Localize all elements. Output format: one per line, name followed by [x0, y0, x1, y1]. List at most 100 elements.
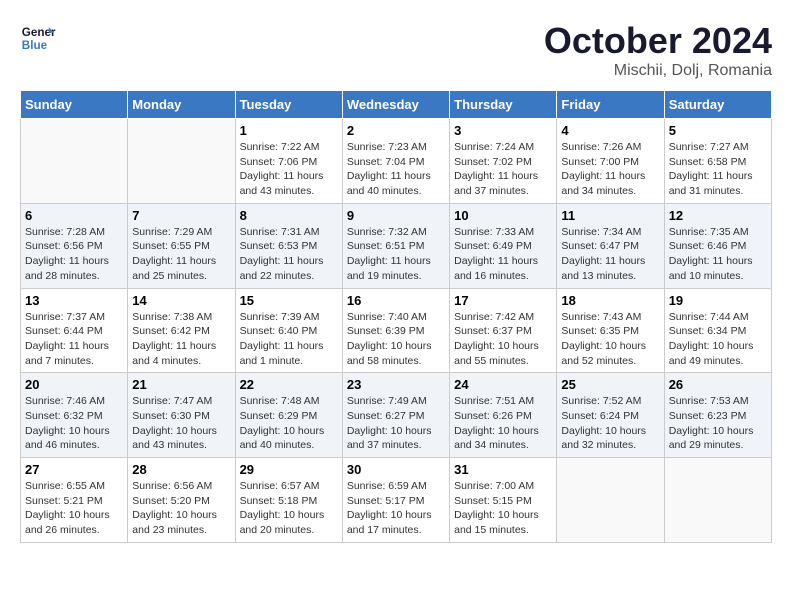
day-info: Sunrise: 7:44 AMSunset: 6:34 PMDaylight:…: [669, 310, 767, 369]
calendar-cell: 12 Sunrise: 7:35 AMSunset: 6:46 PMDayligh…: [664, 203, 771, 288]
day-info: Sunrise: 7:48 AMSunset: 6:29 PMDaylight:…: [240, 394, 338, 453]
calendar-cell: 27 Sunrise: 6:55 AMSunset: 5:21 PMDayligh…: [21, 458, 128, 543]
day-number: 8: [240, 208, 338, 223]
calendar-cell: 18 Sunrise: 7:43 AMSunset: 6:35 PMDayligh…: [557, 288, 664, 373]
day-number: 16: [347, 293, 445, 308]
day-info: Sunrise: 7:22 AMSunset: 7:06 PMDaylight:…: [240, 140, 338, 199]
day-info: Sunrise: 7:26 AMSunset: 7:00 PMDaylight:…: [561, 140, 659, 199]
column-header-monday: Monday: [128, 91, 235, 119]
calendar-cell: 30 Sunrise: 6:59 AMSunset: 5:17 PMDayligh…: [342, 458, 449, 543]
day-info: Sunrise: 7:32 AMSunset: 6:51 PMDaylight:…: [347, 225, 445, 284]
calendar-cell: 23 Sunrise: 7:49 AMSunset: 6:27 PMDayligh…: [342, 373, 449, 458]
day-info: Sunrise: 7:31 AMSunset: 6:53 PMDaylight:…: [240, 225, 338, 284]
day-number: 24: [454, 377, 552, 392]
column-header-friday: Friday: [557, 91, 664, 119]
calendar-cell: [557, 458, 664, 543]
column-header-saturday: Saturday: [664, 91, 771, 119]
logo: General Blue: [20, 20, 56, 56]
day-info: Sunrise: 7:37 AMSunset: 6:44 PMDaylight:…: [25, 310, 123, 369]
day-number: 7: [132, 208, 230, 223]
calendar-cell: 31Sunrise: 7:00 AMSunset: 5:15 PMDayligh…: [450, 458, 557, 543]
day-number: 12: [669, 208, 767, 223]
calendar-cell: [21, 119, 128, 204]
day-number: 28: [132, 462, 230, 477]
day-number: 14: [132, 293, 230, 308]
calendar-cell: 6 Sunrise: 7:28 AMSunset: 6:56 PMDaylight…: [21, 203, 128, 288]
day-info: Sunrise: 7:47 AMSunset: 6:30 PMDaylight:…: [132, 394, 230, 453]
day-info: Sunrise: 7:38 AMSunset: 6:42 PMDaylight:…: [132, 310, 230, 369]
day-info: Sunrise: 7:43 AMSunset: 6:35 PMDaylight:…: [561, 310, 659, 369]
calendar-cell: 24 Sunrise: 7:51 AMSunset: 6:26 PMDayligh…: [450, 373, 557, 458]
day-number: 19: [669, 293, 767, 308]
calendar-week-row: 6 Sunrise: 7:28 AMSunset: 6:56 PMDaylight…: [21, 203, 772, 288]
day-number: 5: [669, 123, 767, 138]
calendar-cell: [128, 119, 235, 204]
calendar-cell: 3Sunrise: 7:24 AMSunset: 7:02 PMDaylight…: [450, 119, 557, 204]
day-info: Sunrise: 7:24 AMSunset: 7:02 PMDaylight:…: [454, 140, 552, 199]
day-number: 11: [561, 208, 659, 223]
day-info: Sunrise: 7:53 AMSunset: 6:23 PMDaylight:…: [669, 394, 767, 453]
title-area: October 2024 Mischii, Dolj, Romania: [544, 20, 772, 80]
day-info: Sunrise: 7:46 AMSunset: 6:32 PMDaylight:…: [25, 394, 123, 453]
calendar-week-row: 27 Sunrise: 6:55 AMSunset: 5:21 PMDayligh…: [21, 458, 772, 543]
day-info: Sunrise: 6:59 AMSunset: 5:17 PMDaylight:…: [347, 479, 445, 538]
day-number: 18: [561, 293, 659, 308]
calendar-cell: 14 Sunrise: 7:38 AMSunset: 6:42 PMDayligh…: [128, 288, 235, 373]
day-info: Sunrise: 7:34 AMSunset: 6:47 PMDaylight:…: [561, 225, 659, 284]
calendar-header-row: SundayMondayTuesdayWednesdayThursdayFrid…: [21, 91, 772, 119]
calendar-cell: 11 Sunrise: 7:34 AMSunset: 6:47 PMDayligh…: [557, 203, 664, 288]
day-info: Sunrise: 6:56 AMSunset: 5:20 PMDaylight:…: [132, 479, 230, 538]
day-info: Sunrise: 7:52 AMSunset: 6:24 PMDaylight:…: [561, 394, 659, 453]
calendar-table: SundayMondayTuesdayWednesdayThursdayFrid…: [20, 90, 772, 543]
column-header-tuesday: Tuesday: [235, 91, 342, 119]
calendar-cell: 8 Sunrise: 7:31 AMSunset: 6:53 PMDaylight…: [235, 203, 342, 288]
day-info: Sunrise: 7:29 AMSunset: 6:55 PMDaylight:…: [132, 225, 230, 284]
calendar-cell: 29 Sunrise: 6:57 AMSunset: 5:18 PMDayligh…: [235, 458, 342, 543]
svg-text:Blue: Blue: [22, 39, 48, 52]
calendar-cell: 2Sunrise: 7:23 AMSunset: 7:04 PMDaylight…: [342, 119, 449, 204]
day-info: Sunrise: 7:27 AMSunset: 6:58 PMDaylight:…: [669, 140, 767, 199]
calendar-cell: 26 Sunrise: 7:53 AMSunset: 6:23 PMDayligh…: [664, 373, 771, 458]
calendar-cell: 13 Sunrise: 7:37 AMSunset: 6:44 PMDayligh…: [21, 288, 128, 373]
calendar-week-row: 20 Sunrise: 7:46 AMSunset: 6:32 PMDayligh…: [21, 373, 772, 458]
calendar-cell: 4Sunrise: 7:26 AMSunset: 7:00 PMDaylight…: [557, 119, 664, 204]
day-number: 31: [454, 462, 552, 477]
calendar-cell: 16 Sunrise: 7:40 AMSunset: 6:39 PMDayligh…: [342, 288, 449, 373]
day-number: 10: [454, 208, 552, 223]
day-info: Sunrise: 6:55 AMSunset: 5:21 PMDaylight:…: [25, 479, 123, 538]
day-info: Sunrise: 7:33 AMSunset: 6:49 PMDaylight:…: [454, 225, 552, 284]
day-number: 1: [240, 123, 338, 138]
day-number: 15: [240, 293, 338, 308]
day-info: Sunrise: 7:40 AMSunset: 6:39 PMDaylight:…: [347, 310, 445, 369]
calendar-cell: 25Sunrise: 7:52 AMSunset: 6:24 PMDayligh…: [557, 373, 664, 458]
calendar-cell: 28 Sunrise: 6:56 AMSunset: 5:20 PMDayligh…: [128, 458, 235, 543]
day-number: 29: [240, 462, 338, 477]
day-number: 26: [669, 377, 767, 392]
day-info: Sunrise: 7:42 AMSunset: 6:37 PMDaylight:…: [454, 310, 552, 369]
calendar-cell: 9Sunrise: 7:32 AMSunset: 6:51 PMDaylight…: [342, 203, 449, 288]
day-number: 20: [25, 377, 123, 392]
calendar-cell: 7 Sunrise: 7:29 AMSunset: 6:55 PMDaylight…: [128, 203, 235, 288]
day-info: Sunrise: 7:51 AMSunset: 6:26 PMDaylight:…: [454, 394, 552, 453]
page-subtitle: Mischii, Dolj, Romania: [544, 62, 772, 80]
day-info: Sunrise: 7:49 AMSunset: 6:27 PMDaylight:…: [347, 394, 445, 453]
logo-icon: General Blue: [20, 20, 56, 56]
calendar-cell: 17 Sunrise: 7:42 AMSunset: 6:37 PMDayligh…: [450, 288, 557, 373]
calendar-week-row: 13 Sunrise: 7:37 AMSunset: 6:44 PMDayligh…: [21, 288, 772, 373]
day-info: Sunrise: 7:35 AMSunset: 6:46 PMDaylight:…: [669, 225, 767, 284]
day-number: 30: [347, 462, 445, 477]
day-info: Sunrise: 7:28 AMSunset: 6:56 PMDaylight:…: [25, 225, 123, 284]
day-number: 17: [454, 293, 552, 308]
calendar-cell: 10 Sunrise: 7:33 AMSunset: 6:49 PMDayligh…: [450, 203, 557, 288]
calendar-cell: 15 Sunrise: 7:39 AMSunset: 6:40 PMDayligh…: [235, 288, 342, 373]
calendar-cell: [664, 458, 771, 543]
day-info: Sunrise: 7:39 AMSunset: 6:40 PMDaylight:…: [240, 310, 338, 369]
calendar-cell: 1 Sunrise: 7:22 AMSunset: 7:06 PMDaylight…: [235, 119, 342, 204]
day-number: 27: [25, 462, 123, 477]
day-number: 13: [25, 293, 123, 308]
day-number: 6: [25, 208, 123, 223]
calendar-cell: 22Sunrise: 7:48 AMSunset: 6:29 PMDayligh…: [235, 373, 342, 458]
calendar-cell: 19 Sunrise: 7:44 AMSunset: 6:34 PMDayligh…: [664, 288, 771, 373]
day-number: 23: [347, 377, 445, 392]
day-info: Sunrise: 6:57 AMSunset: 5:18 PMDaylight:…: [240, 479, 338, 538]
